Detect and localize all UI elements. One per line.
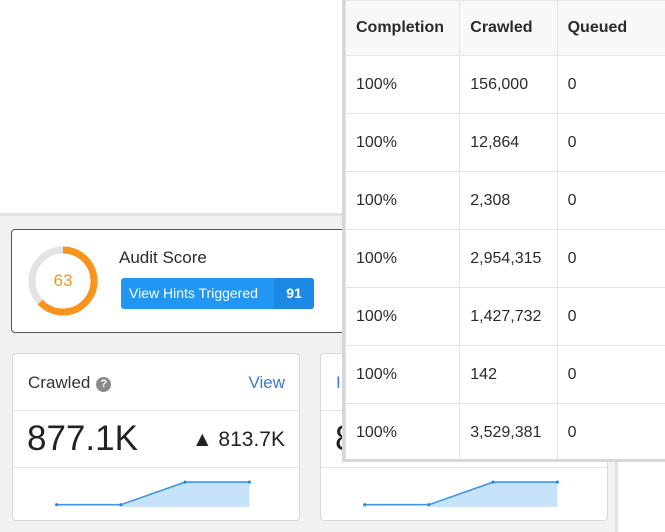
table-row: 100% 2,954,315 0 [345, 229, 665, 288]
hints-count-badge: 91 [274, 278, 314, 309]
audit-score-card: 63 Audit Score View Hints Triggered 91 [11, 229, 356, 333]
view-link[interactable]: View [248, 373, 285, 393]
sparkline-point [183, 480, 187, 484]
queued-cell: 0 [556, 229, 665, 288]
header-completion[interactable]: Completion [345, 0, 461, 56]
crawled-cell: 2,308 [459, 171, 558, 230]
sparkline-point [491, 480, 495, 484]
help-icon[interactable]: ? [96, 377, 112, 392]
completion-cell: 100% [345, 55, 461, 114]
sparkline-point [427, 503, 431, 507]
metric-value: 877.1K [27, 419, 138, 458]
crawled-cell: 156,000 [459, 55, 558, 114]
crawled-cell: 12,864 [459, 113, 558, 172]
sparkline-chart [363, 480, 559, 507]
completion-cell: 100% [345, 403, 461, 459]
sparkline-area [120, 482, 250, 507]
sparkline-point [555, 480, 559, 484]
table-row: 100% 2,308 0 [345, 171, 665, 230]
crawl-table-overlay: Completion Crawled Queued 100% 156,000 0 10… [342, 0, 665, 462]
completion-cell: 100% [345, 287, 461, 346]
queued-cell: 0 [556, 403, 665, 459]
sparkline-point [363, 503, 367, 507]
metric-delta: ▲ 813.7K [191, 428, 285, 451]
queued-cell: 0 [556, 113, 665, 172]
crawled-cell: 1,427,732 [459, 287, 558, 346]
table-row: 100% 12,864 0 [345, 113, 665, 172]
table-row: 100% 3,529,381 0 [345, 403, 665, 459]
sparkline-point [55, 503, 59, 507]
audit-score-value: 63 [53, 271, 73, 290]
view-hints-triggered-button[interactable]: View Hints Triggered 91 [121, 278, 314, 309]
table-header-row: Completion Crawled Queued [345, 0, 665, 56]
table-row: 100% 156,000 0 [345, 55, 665, 114]
completion-cell: 100% [345, 345, 461, 404]
completion-cell: 100% [345, 229, 461, 288]
queued-cell: 0 [556, 171, 665, 230]
sparkline-point [247, 480, 251, 484]
sparkline-point [119, 503, 123, 507]
card-title: Crawled? [28, 373, 112, 393]
crawl-table: Completion Crawled Queued 100% 156,000 0 10… [345, 0, 665, 459]
table-row: 100% 1,427,732 0 [345, 287, 665, 346]
queued-cell: 0 [556, 287, 665, 346]
queued-cell: 0 [556, 55, 665, 114]
audit-score-title: Audit Score [119, 248, 207, 267]
hints-button-label: View Hints Triggered [129, 285, 258, 301]
card-title: I [336, 373, 341, 392]
header-queued[interactable]: Queued [556, 0, 665, 56]
crawled-card: Crawled? View 877.1K ▲ 813.7K [12, 353, 300, 521]
table-row: 100% 142 0 [345, 345, 665, 404]
sparkline-area [428, 482, 558, 507]
crawled-cell: 142 [459, 345, 558, 404]
crawled-cell: 2,954,315 [459, 229, 558, 288]
sparkline-chart [55, 480, 251, 507]
completion-cell: 100% [345, 171, 461, 230]
crawled-cell: 3,529,381 [459, 403, 558, 459]
completion-cell: 100% [345, 113, 461, 172]
queued-cell: 0 [556, 345, 665, 404]
header-crawled[interactable]: Crawled [459, 0, 558, 56]
